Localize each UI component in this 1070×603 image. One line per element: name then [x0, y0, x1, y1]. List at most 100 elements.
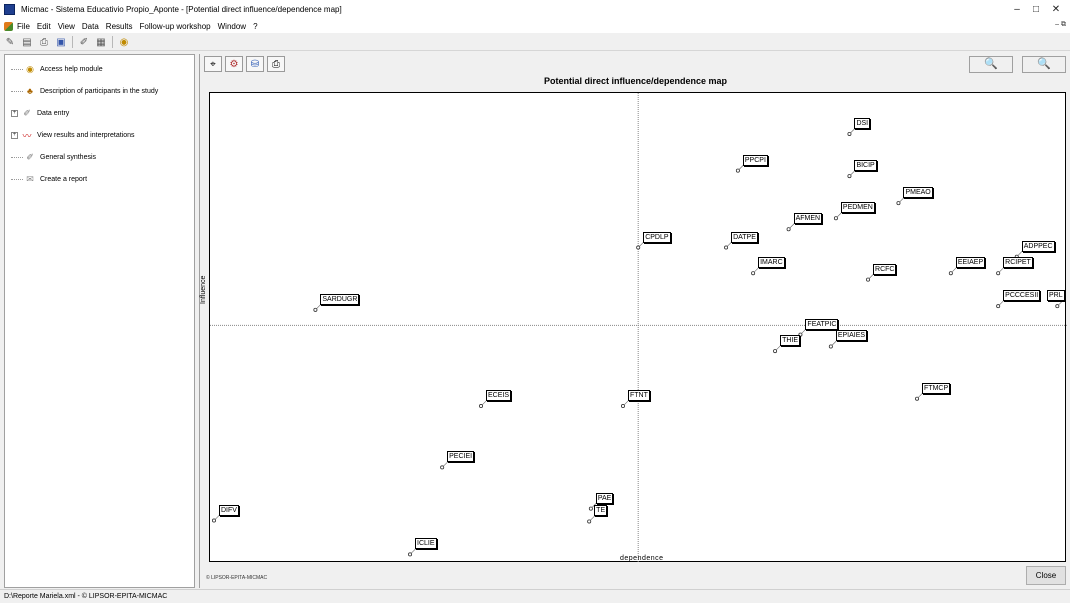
variable-label[interactable]: BICIP: [854, 160, 877, 172]
variable-label[interactable]: SARDUGR: [320, 293, 360, 305]
scatter-plot-area: DSI PPCPI BICIP PMEAO PEDMEN AFMEN CPDLP DATPE I…: [209, 92, 1067, 563]
tree-item-label: General synthesis: [40, 153, 97, 161]
main-toolbar: ✎ ▤ ⎙ ▣ ✐ ▦ ◉: [0, 34, 1070, 51]
variable-label[interactable]: ADPPEC: [1021, 240, 1055, 252]
zoom-out-icon: 🔍: [1037, 58, 1051, 70]
close-button[interactable]: Close: [1026, 566, 1066, 585]
print-icon[interactable]: ⎙: [38, 36, 50, 48]
print-icon[interactable]: ⎙: [267, 56, 285, 72]
variable-label[interactable]: FTNT: [627, 390, 650, 402]
variable-label[interactable]: DATPE: [731, 231, 758, 243]
point-labels-layer: DSI PPCPI BICIP PMEAO PEDMEN AFMEN CPDLP DATPE I…: [210, 93, 1067, 563]
variable-label[interactable]: EEIAEP: [955, 257, 986, 269]
map-toolbar: ⌖ ⚙ ⛁ ⎙: [200, 54, 1070, 74]
title-separator: -: [50, 5, 54, 14]
tree-item-general-synthesis[interactable]: ✐ General synthesis: [11, 151, 96, 163]
variable-label[interactable]: PMEAO: [903, 187, 933, 199]
save-icon[interactable]: ▣: [55, 36, 67, 48]
tree-item-participants[interactable]: ♣ Description of participants in the stu…: [11, 85, 158, 97]
variable-label[interactable]: ECEIS: [486, 390, 512, 402]
tree-item-label: Access help module: [40, 65, 103, 73]
tree-item-label: Data entry: [37, 109, 70, 117]
new-icon[interactable]: ✎: [4, 36, 16, 48]
map-title: Potential direct influence/dependence ma…: [543, 76, 728, 86]
variable-label[interactable]: PEDMEN: [840, 202, 875, 214]
expand-icon[interactable]: +: [11, 109, 18, 117]
close-window-button[interactable]: ✕: [1042, 0, 1070, 19]
variable-label[interactable]: PCCCESII: [1003, 290, 1041, 302]
navigation-tree: ◉ Access help module ♣ Description of pa…: [4, 54, 195, 588]
tree-branch-line: [11, 178, 23, 180]
table-icon[interactable]: ▦: [95, 36, 107, 48]
app-name: Micmac: [21, 5, 49, 14]
data-entry-icon: ✐: [23, 107, 31, 118]
variable-label[interactable]: PRL: [1047, 290, 1065, 302]
menu-view[interactable]: View: [58, 22, 75, 31]
toolbar-divider: [112, 36, 113, 48]
variable-label[interactable]: PPCPI: [742, 154, 768, 166]
menu-data[interactable]: Data: [82, 22, 99, 31]
variable-label[interactable]: FTMCP: [922, 382, 951, 394]
help-icon: ◉: [26, 63, 34, 74]
open-icon[interactable]: ▤: [21, 36, 33, 48]
tree-item-label: Create a report: [40, 175, 88, 183]
tree-item-label: View results and interpretations: [37, 131, 135, 139]
menu-window[interactable]: Window: [218, 22, 246, 31]
tree-item-create-report[interactable]: ✉ Create a report: [11, 173, 87, 185]
display-icon[interactable]: ⛁: [246, 56, 264, 72]
copyright-text: © LIPSOR-EPITA-MICMAC: [206, 575, 268, 581]
zoom-out-button[interactable]: 🔍: [1022, 56, 1066, 73]
variable-label[interactable]: DIFV: [219, 504, 239, 516]
tree-item-help[interactable]: ◉ Access help module: [11, 63, 103, 75]
x-axis-label: dependence: [620, 555, 664, 562]
menu-bar: File Edit View Data Results Follow-up wo…: [0, 19, 1070, 33]
study-name: Sistema Educativio Propio_Aponte: [55, 5, 179, 14]
report-icon: ✉: [26, 173, 34, 184]
variable-label[interactable]: EPIAIES: [835, 330, 868, 342]
variable-label[interactable]: RCFC: [873, 263, 897, 275]
influence-dependence-map-window: ⌖ ⚙ ⛁ ⎙ 🔍 🔍 Potential direct influence/d…: [199, 54, 1070, 588]
zoom-in-button[interactable]: 🔍: [969, 56, 1013, 73]
y-axis-label: Influence: [200, 275, 207, 304]
toolbar-divider: [72, 36, 73, 48]
select-tool-icon[interactable]: ⌖: [204, 56, 222, 72]
menu-edit[interactable]: Edit: [37, 22, 51, 31]
help-icon[interactable]: ◉: [118, 36, 130, 48]
window-title: Micmac - Sistema Educativio Propio_Apont…: [21, 5, 342, 14]
document-title: [Potential direct influence/dependence m…: [186, 5, 342, 14]
synthesis-icon: ✐: [26, 151, 34, 162]
tree-branch-line: [11, 156, 23, 158]
variable-label[interactable]: ICLIE: [415, 538, 437, 550]
variable-label[interactable]: THIE: [780, 335, 801, 347]
variable-label[interactable]: PAE: [595, 492, 614, 504]
micmac-logo-icon: [4, 21, 13, 31]
mdi-window-controls[interactable]: – ⧉: [1055, 21, 1066, 29]
tree-item-view-results[interactable]: + 〰 View results and interpretations: [11, 129, 135, 141]
menu-results[interactable]: Results: [106, 22, 133, 31]
status-bar: D:\Reporte Mariela.xml - © LIPSOR-EPITA-…: [0, 589, 1070, 603]
variable-label[interactable]: CPDLP: [643, 231, 671, 243]
tree-item-label: Description of participants in the study: [40, 87, 159, 95]
menu-follow-up-workshop[interactable]: Follow-up workshop: [139, 22, 210, 31]
variable-label[interactable]: DSI: [854, 117, 871, 129]
variable-label[interactable]: IMARC: [758, 257, 785, 269]
tree-branch-line: [11, 90, 23, 92]
tree-branch-line: [11, 68, 23, 70]
chart-icon: 〰: [22, 130, 32, 141]
variable-label[interactable]: FEATPIC: [805, 318, 839, 330]
menu-help[interactable]: ?: [253, 22, 257, 31]
variable-label[interactable]: PECIEI: [447, 451, 475, 463]
variable-label[interactable]: RCIPET: [1003, 257, 1033, 269]
title-separator: -: [181, 5, 184, 14]
app-icon: [4, 4, 15, 15]
expand-icon[interactable]: +: [11, 131, 18, 139]
zoom-in-icon: 🔍: [984, 58, 998, 70]
data-icon[interactable]: ✐: [78, 36, 90, 48]
participants-icon: ♣: [27, 86, 33, 96]
tree-item-data-entry[interactable]: + ✐ Data entry: [11, 107, 69, 119]
title-bar: Micmac - Sistema Educativio Propio_Apont…: [0, 0, 1070, 19]
menu-file[interactable]: File: [17, 22, 30, 31]
variable-label[interactable]: TE: [594, 505, 608, 517]
variable-label[interactable]: AFMEN: [793, 213, 823, 225]
filter-icon[interactable]: ⚙: [225, 56, 243, 72]
